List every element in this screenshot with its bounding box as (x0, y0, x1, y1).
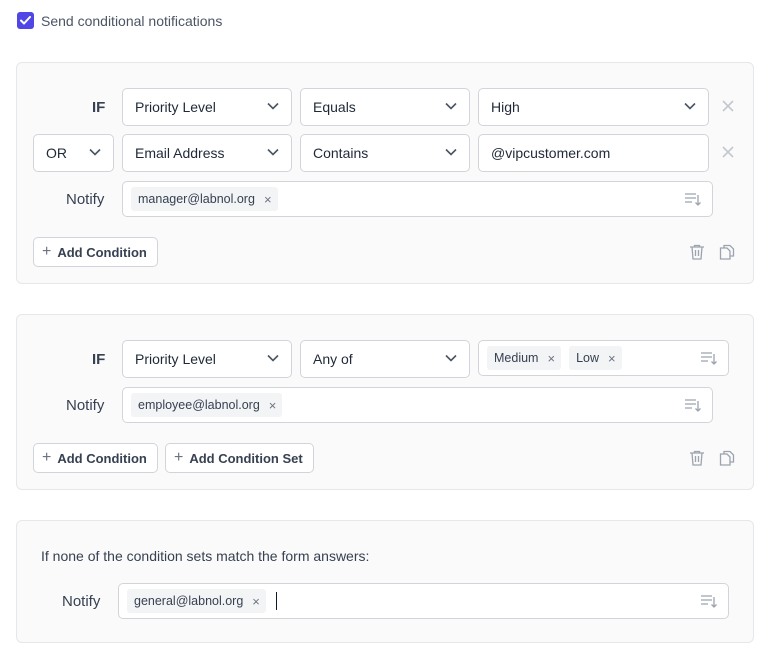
select-value: Contains (313, 145, 369, 161)
email-tag: employee@labnol.org × (131, 393, 283, 417)
button-label: Add Condition Set (189, 450, 303, 466)
notify-email-input[interactable]: general@labnol.org × (118, 583, 729, 619)
tag-label: manager@labnol.org (138, 192, 255, 206)
chevron-down-icon (445, 102, 457, 110)
checkbox[interactable] (17, 12, 34, 29)
notify-label: Notify (62, 593, 101, 610)
input-value: @vipcustomer.com (491, 145, 611, 161)
operator-select[interactable]: Contains (300, 134, 470, 172)
remove-tag-icon[interactable]: × (252, 595, 260, 608)
email-tag: manager@labnol.org × (131, 187, 278, 211)
select-value: Priority Level (135, 99, 216, 115)
send-notifications-toggle[interactable]: Send conditional notifications (17, 12, 222, 29)
text-cursor (275, 592, 277, 610)
trash-icon[interactable] (688, 449, 706, 467)
condition-set-2: IF Priority Level Any of Medium × Low × … (16, 314, 754, 490)
chevron-down-icon (445, 354, 457, 362)
value-input[interactable]: @vipcustomer.com (478, 134, 709, 172)
select-value: Priority Level (135, 351, 216, 367)
if-label: IF (92, 99, 106, 116)
operator-select[interactable]: Any of (300, 340, 470, 378)
list-sort-icon[interactable] (700, 350, 718, 366)
chevron-down-icon (445, 148, 457, 156)
plus-icon: + (174, 449, 184, 466)
close-icon[interactable] (721, 145, 735, 159)
chevron-down-icon (267, 148, 279, 156)
remove-tag-icon[interactable]: × (264, 193, 272, 206)
select-value: High (491, 99, 520, 115)
chevron-down-icon (267, 102, 279, 110)
notify-label: Notify (66, 397, 105, 414)
select-value: Email Address (135, 145, 225, 161)
button-label: Add Condition (57, 244, 147, 260)
trash-icon[interactable] (688, 243, 706, 261)
close-icon[interactable] (721, 99, 735, 113)
copy-icon[interactable] (718, 449, 736, 467)
add-condition-set-button[interactable]: + Add Condition Set (165, 443, 314, 473)
add-condition-button[interactable]: + Add Condition (33, 443, 158, 473)
tag-label: general@labnol.org (134, 594, 244, 608)
plus-icon: + (42, 449, 52, 466)
field-select[interactable]: Priority Level (122, 340, 292, 378)
copy-icon[interactable] (718, 243, 736, 261)
fallback-description: If none of the condition sets match the … (41, 548, 370, 564)
tag-label: employee@labnol.org (138, 398, 260, 412)
chevron-down-icon (684, 102, 696, 110)
field-select[interactable]: Email Address (122, 134, 292, 172)
remove-tag-icon[interactable]: × (547, 352, 555, 365)
connector-select[interactable]: OR (33, 134, 114, 172)
chevron-down-icon (89, 148, 101, 156)
tag-label: Low (576, 351, 599, 365)
chevron-down-icon (267, 354, 279, 362)
value-tag: Medium × (487, 346, 562, 370)
value-select[interactable]: High (478, 88, 709, 126)
select-value: Any of (313, 351, 353, 367)
checkbox-label: Send conditional notifications (41, 12, 223, 29)
list-sort-icon[interactable] (684, 191, 702, 207)
remove-tag-icon[interactable]: × (269, 399, 277, 412)
notify-label: Notify (66, 191, 105, 208)
plus-icon: + (42, 243, 52, 260)
email-tag: general@labnol.org × (127, 589, 266, 613)
condition-set-1: IF Priority Level Equals High OR Email A… (16, 62, 754, 284)
fallback-set: If none of the condition sets match the … (16, 520, 754, 643)
field-select[interactable]: Priority Level (122, 88, 292, 126)
add-condition-button[interactable]: + Add Condition (33, 237, 158, 267)
remove-tag-icon[interactable]: × (608, 352, 616, 365)
notify-email-input[interactable]: employee@labnol.org × (122, 387, 713, 423)
if-label: IF (92, 351, 106, 368)
tag-label: Medium (494, 351, 539, 365)
value-tag: Low × (569, 346, 622, 370)
button-label: Add Condition (57, 450, 147, 466)
value-multiselect[interactable]: Medium × Low × (478, 340, 729, 376)
notify-email-input[interactable]: manager@labnol.org × (122, 181, 713, 217)
check-icon (20, 16, 31, 25)
list-sort-icon[interactable] (700, 593, 718, 609)
select-value: Equals (313, 99, 356, 115)
select-value: OR (46, 145, 67, 161)
list-sort-icon[interactable] (684, 397, 702, 413)
operator-select[interactable]: Equals (300, 88, 470, 126)
